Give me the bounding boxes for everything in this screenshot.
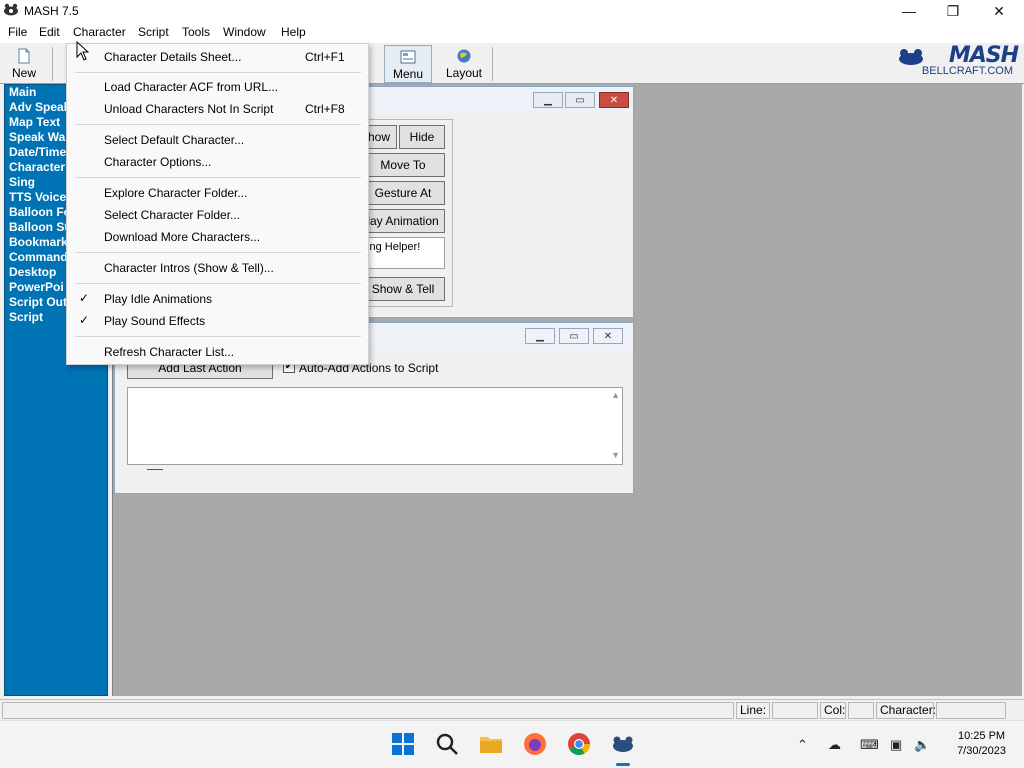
- menu-file[interactable]: File: [6, 25, 29, 39]
- maximize-button[interactable]: ❐: [930, 0, 976, 22]
- menu-item-load-acf[interactable]: Load Character ACF from URL...: [67, 77, 368, 97]
- check-icon: ✓: [79, 313, 90, 327]
- new-document-icon: [18, 48, 30, 64]
- status-bar: Line: Col: Character:: [0, 699, 1024, 720]
- active-app-indicator: [616, 763, 630, 766]
- firefox-icon[interactable]: [522, 731, 548, 757]
- play-animation-button[interactable]: lay Animation: [361, 209, 445, 233]
- menu-separator: [75, 124, 361, 125]
- script-editor[interactable]: ▲ ▼: [127, 387, 623, 465]
- menu-item-unload-characters[interactable]: Unload Characters Not In Script Ctrl+F8: [67, 99, 368, 119]
- brand-logo: MASH BELLCRAFT.COM: [898, 43, 1019, 80]
- mash-logo-icon: [899, 49, 923, 65]
- menu-item-character-intros[interactable]: Character Intros (Show & Tell)...: [67, 258, 368, 278]
- menu-item-select-default[interactable]: Select Default Character...: [67, 130, 368, 150]
- character-label: Character:: [876, 702, 936, 719]
- child-minimize-button[interactable]: ▁: [533, 92, 563, 108]
- menu-separator: [75, 177, 361, 178]
- menu-item-character-options[interactable]: Character Options...: [67, 152, 368, 172]
- menu-script[interactable]: Script: [136, 25, 171, 39]
- resize-grip[interactable]: [147, 469, 163, 470]
- window-title: MASH 7.5: [24, 4, 79, 18]
- toolbar-separator: [492, 47, 493, 81]
- menu-item-play-idle-animations[interactable]: ✓ Play Idle Animations: [67, 289, 368, 309]
- show-tell-button[interactable]: Show & Tell: [361, 277, 445, 301]
- hide-button[interactable]: Hide: [399, 125, 445, 149]
- mash-app-icon: [4, 3, 18, 16]
- character-menu-dropdown: Character Details Sheet... Ctrl+F1 Load C…: [66, 43, 369, 365]
- toolbar-separator: [52, 47, 53, 81]
- child-restore-button[interactable]: ▭: [559, 328, 589, 344]
- child-restore-button[interactable]: ▭: [565, 92, 595, 108]
- line-value: [772, 702, 818, 719]
- brand-site: BELLCRAFT.COM: [921, 65, 1013, 77]
- menu-character[interactable]: Character: [71, 25, 128, 39]
- network-icon[interactable]: ▣: [890, 737, 902, 753]
- menu-help[interactable]: Help: [279, 25, 308, 39]
- character-value: [936, 702, 1006, 719]
- menu-item-play-sound-effects[interactable]: ✓ Play Sound Effects: [67, 311, 368, 331]
- close-button[interactable]: ✕: [976, 0, 1022, 22]
- search-icon[interactable]: [434, 731, 460, 757]
- helper-text-box: ting Helper!: [361, 237, 445, 269]
- menu-item-details-sheet[interactable]: Character Details Sheet... Ctrl+F1: [67, 47, 368, 67]
- layout-button-label: Layout: [445, 66, 483, 80]
- status-message: [2, 702, 734, 719]
- menu-tools[interactable]: Tools: [180, 25, 212, 39]
- volume-icon[interactable]: 🔈: [914, 737, 930, 753]
- child-minimize-button[interactable]: ▁: [525, 328, 555, 344]
- menu-button-label: Menu: [392, 67, 424, 81]
- chevron-up-icon[interactable]: ⌃: [797, 737, 808, 753]
- menu-window[interactable]: Window: [221, 25, 268, 39]
- move-to-button[interactable]: Move To: [361, 153, 445, 177]
- menu-separator: [75, 252, 361, 253]
- menu-separator: [75, 72, 361, 73]
- menu-bar: File Edit Character Script Tools Window …: [0, 22, 1024, 43]
- chrome-icon[interactable]: [566, 731, 592, 757]
- line-label: Line:: [736, 702, 770, 719]
- menu-item-download-more[interactable]: Download More Characters...: [67, 227, 368, 247]
- minimize-button[interactable]: —: [886, 0, 932, 22]
- globe-icon: [457, 49, 471, 63]
- scroll-up-icon[interactable]: ▲: [611, 390, 620, 400]
- keyboard-icon[interactable]: ⌨: [860, 737, 879, 753]
- clock-date: 7/30/2023: [957, 745, 1006, 757]
- menu-item-refresh-list[interactable]: Refresh Character List...: [67, 342, 368, 362]
- gesture-at-button[interactable]: Gesture At: [361, 181, 445, 205]
- menu-edit[interactable]: Edit: [37, 25, 62, 39]
- menu-item-select-folder[interactable]: Select Character Folder...: [67, 205, 368, 225]
- menu-item-explore-folder[interactable]: Explore Character Folder...: [67, 183, 368, 203]
- taskbar: ⌃ ☁ ⌨ ▣ 🔈 10:25 PM 7/30/2023: [0, 720, 1024, 768]
- menu-separator: [75, 336, 361, 337]
- child-close-button[interactable]: ✕: [599, 92, 629, 108]
- system-clock[interactable]: 10:25 PM 7/30/2023: [957, 729, 1006, 759]
- windows-start-icon[interactable]: [390, 731, 416, 757]
- file-explorer-icon[interactable]: [478, 731, 504, 757]
- onedrive-icon[interactable]: ☁: [828, 737, 841, 753]
- new-button-label: New: [11, 66, 36, 80]
- menu-toolbar-button[interactable]: Menu: [384, 45, 432, 83]
- check-icon: ✓: [79, 291, 90, 305]
- title-bar: MASH 7.5 — ❐ ✕: [0, 0, 1024, 22]
- child-close-button[interactable]: ✕: [593, 328, 623, 344]
- clock-time: 10:25 PM: [957, 730, 1006, 742]
- new-button[interactable]: New: [4, 45, 44, 83]
- scroll-down-icon[interactable]: ▼: [611, 450, 620, 460]
- col-label: Col:: [820, 702, 846, 719]
- mash-taskbar-icon[interactable]: [610, 731, 636, 757]
- menu-separator: [75, 283, 361, 284]
- col-value: [848, 702, 874, 719]
- mouse-cursor-icon: [76, 41, 90, 61]
- menu-icon: [400, 50, 416, 64]
- layout-button[interactable]: Layout: [440, 45, 488, 83]
